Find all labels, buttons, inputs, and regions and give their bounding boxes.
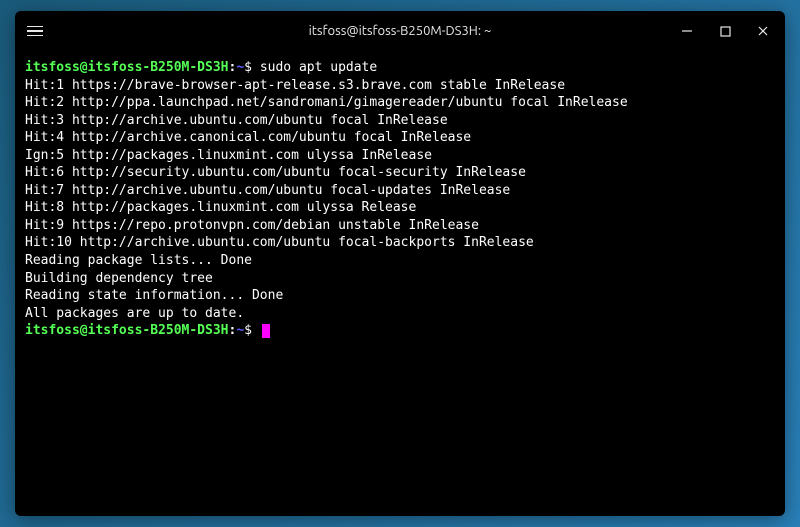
- titlebar-left: [27, 26, 177, 37]
- output-line: Hit:8 http://packages.linuxmint.com ulys…: [25, 199, 775, 217]
- output-line: Hit:3 http://archive.ubuntu.com/ubuntu f…: [25, 112, 775, 130]
- prompt-symbol: $: [244, 323, 252, 338]
- prompt-path: ~: [236, 323, 244, 338]
- cursor: [262, 324, 270, 338]
- output-line: Building dependency tree: [25, 270, 775, 288]
- output-line: Hit:9 https://repo.protonvpn.com/debian …: [25, 217, 775, 235]
- output-line: Hit:6 http://security.ubuntu.com/ubuntu …: [25, 164, 775, 182]
- prompt-user-host: itsfoss@itsfoss-B250M-DS3H: [25, 60, 229, 75]
- window-title: itsfoss@itsfoss-B250M-DS3H: ~: [177, 24, 623, 38]
- output-line: Hit:2 http://ppa.launchpad.net/sandroman…: [25, 94, 775, 112]
- command-text: sudo apt update: [260, 60, 377, 75]
- output-line: Reading package lists... Done: [25, 252, 775, 270]
- terminal-window: itsfoss@itsfoss-B250M-DS3H: ~ itsfoss@it…: [15, 11, 785, 516]
- output-line: Reading state information... Done: [25, 287, 775, 305]
- terminal-output-area[interactable]: itsfoss@itsfoss-B250M-DS3H:~$ sudo apt u…: [15, 51, 785, 516]
- output-line: Hit:10 http://archive.ubuntu.com/ubuntu …: [25, 234, 775, 252]
- close-button[interactable]: [753, 21, 773, 41]
- prompt-user-host: itsfoss@itsfoss-B250M-DS3H: [25, 323, 229, 338]
- prompt-path: ~: [236, 60, 244, 75]
- maximize-button[interactable]: [715, 21, 735, 41]
- window-controls: [623, 21, 773, 41]
- titlebar[interactable]: itsfoss@itsfoss-B250M-DS3H: ~: [15, 11, 785, 51]
- prompt-line: itsfoss@itsfoss-B250M-DS3H:~$: [25, 322, 775, 340]
- hamburger-menu-icon[interactable]: [27, 26, 43, 37]
- output-line: Hit:4 http://archive.canonical.com/ubunt…: [25, 129, 775, 147]
- output-line: Hit:7 http://archive.ubuntu.com/ubuntu f…: [25, 182, 775, 200]
- prompt-line: itsfoss@itsfoss-B250M-DS3H:~$ sudo apt u…: [25, 59, 775, 77]
- minimize-button[interactable]: [677, 21, 697, 41]
- output-line: All packages are up to date.: [25, 305, 775, 323]
- output-line: Hit:1 https://brave-browser-apt-release.…: [25, 77, 775, 95]
- output-line: Ign:5 http://packages.linuxmint.com ulys…: [25, 147, 775, 165]
- prompt-symbol: $: [244, 60, 252, 75]
